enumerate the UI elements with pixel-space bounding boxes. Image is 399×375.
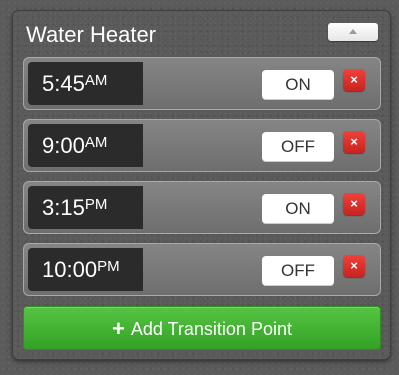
- transition-row: 3:15PM ON ×: [23, 181, 381, 234]
- time-display[interactable]: 10:00PM: [28, 248, 143, 291]
- transition-row: 9:00AM OFF ×: [23, 119, 381, 172]
- time-display[interactable]: 9:00AM: [28, 124, 143, 167]
- time-display[interactable]: 3:15PM: [28, 186, 143, 229]
- state-toggle[interactable]: ON: [262, 70, 334, 100]
- transition-row: 5:45AM ON ×: [23, 57, 381, 110]
- panel-title: Water Heater: [26, 22, 157, 47]
- time-value: 3:15: [42, 195, 85, 220]
- transition-row: 10:00PM OFF ×: [23, 243, 381, 296]
- collapse-button[interactable]: [328, 23, 378, 41]
- state-toggle[interactable]: OFF: [262, 132, 334, 162]
- close-icon: ×: [350, 196, 358, 211]
- time-period: PM: [84, 196, 108, 213]
- time-period: PM: [97, 258, 120, 275]
- time-display[interactable]: 5:45AM: [28, 62, 143, 105]
- add-transition-label: Add Transition Point: [130, 319, 292, 339]
- close-icon: ×: [350, 72, 358, 87]
- time-period: AM: [84, 72, 108, 89]
- delete-button[interactable]: ×: [343, 255, 365, 277]
- add-transition-button[interactable]: + Add Transition Point: [23, 306, 381, 350]
- transition-list: 5:45AM ON × 9:00AM OFF × 3:15PM ON × 10:…: [23, 57, 381, 305]
- time-value: 9:00: [42, 133, 85, 158]
- delete-button[interactable]: ×: [343, 131, 365, 153]
- caret-up-icon: [349, 29, 357, 34]
- plus-icon: +: [112, 316, 125, 341]
- close-icon: ×: [350, 134, 358, 149]
- delete-button[interactable]: ×: [343, 193, 365, 215]
- delete-button[interactable]: ×: [343, 69, 365, 91]
- close-icon: ×: [350, 258, 358, 273]
- time-value: 10:00: [42, 257, 98, 282]
- time-value: 5:45: [42, 71, 85, 96]
- water-heater-panel: Water Heater 5:45AM ON × 9:00AM OFF × 3:…: [13, 11, 390, 359]
- state-toggle[interactable]: ON: [262, 194, 334, 224]
- state-toggle[interactable]: OFF: [262, 256, 334, 286]
- time-period: AM: [84, 134, 108, 151]
